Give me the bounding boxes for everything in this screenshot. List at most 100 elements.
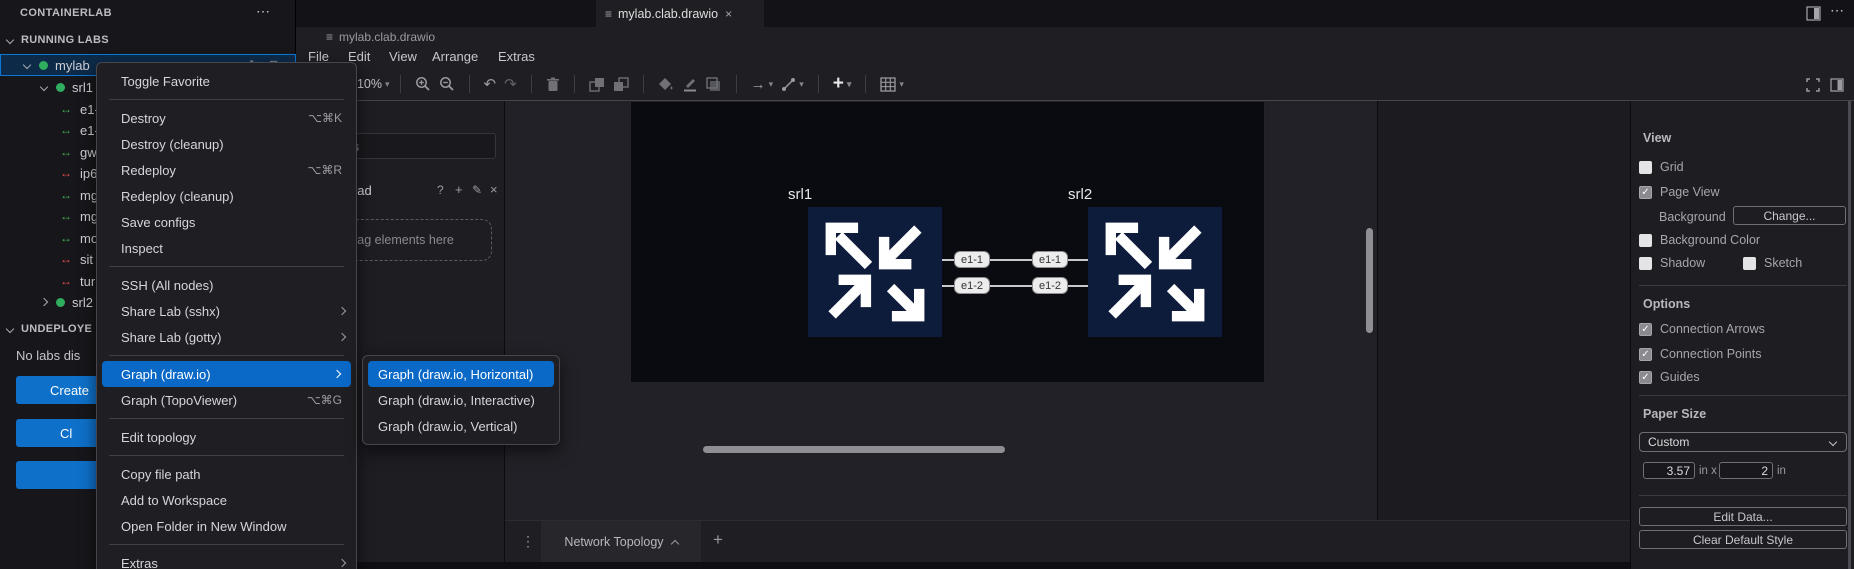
connection-arrows-checkbox[interactable]: ✓ bbox=[1639, 323, 1652, 336]
breadcrumb[interactable]: ≡ mylab.clab.drawio bbox=[296, 27, 1854, 46]
node-label-srl2[interactable]: srl2 bbox=[1068, 186, 1092, 203]
vertical-scrollbar[interactable] bbox=[1366, 228, 1373, 333]
insert-icon[interactable]: + ▾ bbox=[833, 73, 852, 95]
page-view-option[interactable]: ✓ Page View bbox=[1639, 185, 1720, 199]
scratchpad-add-icon[interactable]: + bbox=[455, 182, 463, 197]
scratchpad-edit-icon[interactable]: ✎ bbox=[472, 183, 482, 197]
menu-item-inspect[interactable]: Inspect bbox=[97, 235, 356, 261]
menu-item-toggle-favorite[interactable]: Toggle Favorite bbox=[97, 68, 356, 94]
zoom-in-icon[interactable] bbox=[415, 76, 431, 92]
grid-checkbox[interactable] bbox=[1639, 161, 1652, 174]
node-label-srl1[interactable]: srl1 bbox=[788, 186, 812, 203]
menu-item-add-to-workspace[interactable]: Add to Workspace bbox=[97, 487, 356, 513]
button-label: Clear Default Style bbox=[1693, 533, 1793, 547]
breadcrumb-item: mylab.clab.drawio bbox=[339, 30, 435, 44]
table-icon[interactable]: ▾ bbox=[880, 77, 904, 92]
menu-item-ssh-all-nodes[interactable]: SSH (All nodes) bbox=[97, 272, 356, 298]
editor-tab-bar: ≡ mylab.clab.drawio × ⋯ bbox=[296, 0, 1854, 27]
menu-view[interactable]: View bbox=[389, 49, 417, 64]
format-panel-toggle-icon[interactable] bbox=[1830, 78, 1844, 92]
clear-default-style-button[interactable]: Clear Default Style bbox=[1639, 530, 1847, 549]
guides-checkbox[interactable]: ✓ bbox=[1639, 371, 1652, 384]
menu-separator bbox=[109, 99, 344, 100]
connection-arrows-option[interactable]: ✓ Connection Arrows bbox=[1639, 322, 1765, 336]
connection-arrow-icon[interactable]: → ▾ bbox=[751, 76, 774, 93]
fill-color-icon[interactable] bbox=[658, 77, 674, 92]
background-color-checkbox[interactable] bbox=[1639, 234, 1652, 247]
menu-item-label: Graph (draw.io, Horizontal) bbox=[378, 367, 533, 382]
node-shape-srl2[interactable] bbox=[1088, 207, 1222, 337]
sketch-option[interactable]: Sketch bbox=[1743, 256, 1802, 270]
menu-item-share-lab-gotty[interactable]: Share Lab (gotty) bbox=[97, 324, 356, 350]
line-color-icon[interactable] bbox=[682, 77, 698, 92]
submenu-item-graph-vertical[interactable]: Graph (draw.io, Vertical) bbox=[363, 413, 559, 439]
to-front-icon[interactable] bbox=[589, 77, 605, 92]
sketch-checkbox[interactable] bbox=[1743, 257, 1756, 270]
shadow-option[interactable]: Shadow bbox=[1639, 256, 1705, 270]
dropdown-icon: ▾ bbox=[847, 79, 852, 90]
page-view-checkbox[interactable]: ✓ bbox=[1639, 186, 1652, 199]
toolbar-separator bbox=[736, 75, 737, 93]
connection-points-checkbox[interactable]: ✓ bbox=[1639, 348, 1652, 361]
menu-item-extras[interactable]: Extras bbox=[97, 550, 356, 569]
shadow-icon[interactable] bbox=[706, 77, 722, 92]
panel-separator bbox=[1639, 285, 1847, 286]
menu-item-copy-file-path[interactable]: Copy file path bbox=[97, 461, 356, 487]
fullscreen-icon[interactable] bbox=[1806, 78, 1820, 92]
scratchpad-help-icon[interactable]: ? bbox=[437, 183, 444, 197]
panel-scrollbar[interactable] bbox=[1848, 101, 1851, 569]
menu-extras[interactable]: Extras bbox=[498, 49, 535, 64]
more-actions-icon[interactable]: ⋯ bbox=[256, 3, 270, 20]
tab-mylab-clab-drawio[interactable]: ≡ mylab.clab.drawio × bbox=[596, 0, 764, 27]
menu-separator bbox=[109, 544, 344, 545]
paper-width-input[interactable] bbox=[1643, 462, 1695, 479]
link-label[interactable]: e1-1 bbox=[1032, 251, 1068, 268]
shadow-checkbox[interactable] bbox=[1639, 257, 1652, 270]
pages-menu-icon[interactable]: ⋮ bbox=[521, 533, 535, 550]
undo-icon[interactable]: ↶ bbox=[484, 75, 497, 93]
link-label[interactable]: e1-1 bbox=[954, 251, 990, 268]
connection-points-option[interactable]: ✓ Connection Points bbox=[1639, 347, 1761, 361]
menu-item-destroy-cleanup[interactable]: Destroy (cleanup) bbox=[97, 131, 356, 157]
menu-item-redeploy-cleanup[interactable]: Redeploy (cleanup) bbox=[97, 183, 356, 209]
to-back-icon[interactable] bbox=[613, 77, 629, 92]
diagram-canvas[interactable]: srl1 srl2 bbox=[505, 101, 1377, 520]
delete-icon[interactable] bbox=[546, 77, 560, 92]
menu-arrange[interactable]: Arrange bbox=[432, 49, 478, 64]
horizontal-scrollbar[interactable] bbox=[703, 446, 1005, 453]
menu-item-destroy[interactable]: Destroy⌥⌘K bbox=[97, 105, 356, 131]
guides-option[interactable]: ✓ Guides bbox=[1639, 370, 1700, 384]
edit-data-button[interactable]: Edit Data... bbox=[1639, 507, 1847, 526]
menu-item-open-folder-new-window[interactable]: Open Folder in New Window bbox=[97, 513, 356, 539]
submenu-item-graph-interactive[interactable]: Graph (draw.io, Interactive) bbox=[363, 387, 559, 413]
menu-item-graph-topoviewer[interactable]: Graph (TopoViewer)⌥⌘G bbox=[97, 387, 356, 413]
redo-icon[interactable]: ↷ bbox=[504, 75, 517, 93]
page-tab-network-topology[interactable]: Network Topology bbox=[541, 521, 701, 563]
interface-link-icon: ↔ bbox=[60, 209, 72, 223]
background-color-option[interactable]: Background Color bbox=[1639, 233, 1760, 247]
grid-option[interactable]: Grid bbox=[1639, 160, 1684, 174]
zoom-out-icon[interactable] bbox=[439, 76, 455, 92]
paper-height-input[interactable] bbox=[1719, 462, 1773, 479]
menu-item-share-lab-sshx[interactable]: Share Lab (sshx) bbox=[97, 298, 356, 324]
submenu-item-graph-horizontal[interactable]: Graph (draw.io, Horizontal) bbox=[368, 361, 554, 387]
menu-item-label: Open Folder in New Window bbox=[121, 519, 286, 534]
add-page-icon[interactable]: + bbox=[713, 530, 723, 550]
change-background-button[interactable]: Change... bbox=[1733, 206, 1846, 225]
menu-item-graph-drawio[interactable]: Graph (draw.io) bbox=[102, 361, 351, 387]
option-label: Shadow bbox=[1660, 256, 1705, 270]
section-running-labs[interactable]: RUNNING LABS bbox=[0, 29, 296, 50]
split-editor-icon[interactable] bbox=[1806, 6, 1821, 21]
menu-item-redeploy[interactable]: Redeploy⌥⌘R bbox=[97, 157, 356, 183]
link-label[interactable]: e1-2 bbox=[954, 277, 990, 294]
waypoints-icon[interactable]: ▾ bbox=[781, 77, 804, 92]
menu-item-save-configs[interactable]: Save configs bbox=[97, 209, 356, 235]
menu-item-edit-topology[interactable]: Edit topology bbox=[97, 424, 356, 450]
editor-more-actions-icon[interactable]: ⋯ bbox=[1830, 2, 1844, 19]
node-shape-srl1[interactable] bbox=[808, 207, 942, 337]
link-label[interactable]: e1-2 bbox=[1032, 277, 1068, 294]
scratchpad-close-icon[interactable]: × bbox=[490, 182, 498, 197]
close-icon[interactable]: × bbox=[725, 7, 732, 21]
paper-size-select[interactable]: Custom bbox=[1639, 432, 1847, 452]
lab-running-dot bbox=[39, 61, 48, 70]
